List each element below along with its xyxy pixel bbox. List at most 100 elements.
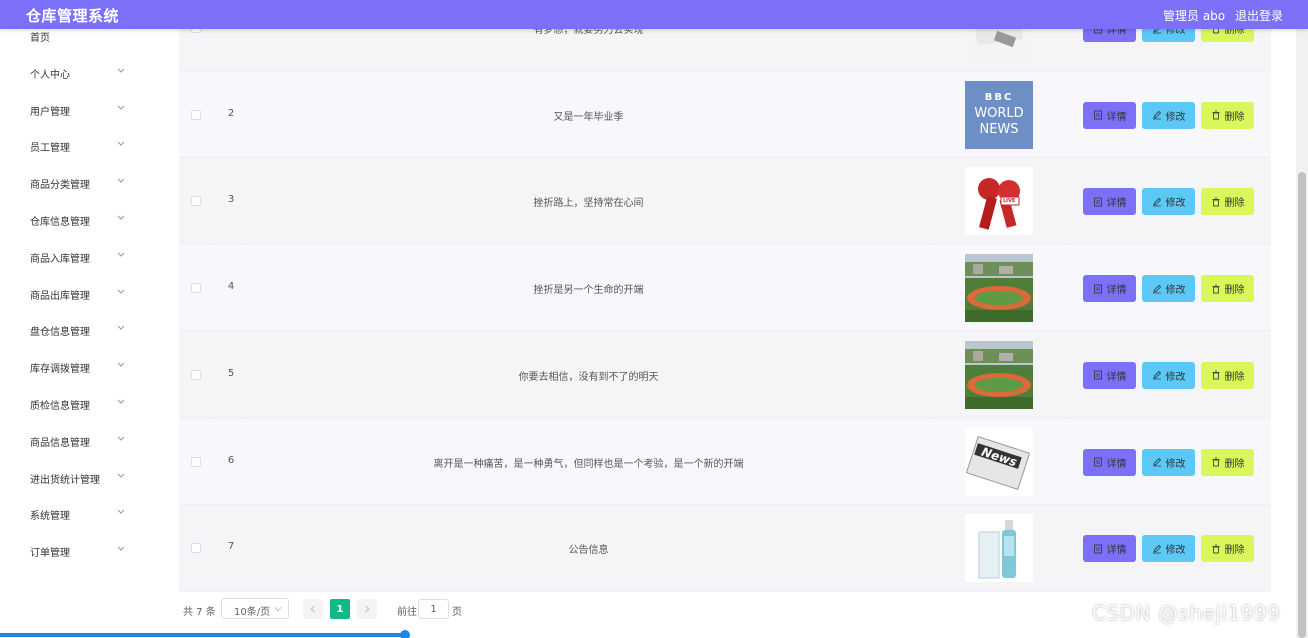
row-checkbox[interactable] — [191, 456, 201, 467]
sidebar-item[interactable]: 用户管理 — [0, 91, 168, 128]
edit-button[interactable]: 修改 — [1142, 188, 1195, 216]
detail-button[interactable]: 详情 — [1083, 101, 1136, 129]
row-title: 挫折是另一个生命的开端 — [533, 285, 644, 297]
page-unit-label: 页 — [452, 607, 462, 618]
sidebar-item-label: 首页 — [30, 33, 50, 44]
edit-button[interactable]: 修改 — [1142, 535, 1195, 563]
data-table: 1有梦想，就要努力去实现详情修改删除2又是一年毕业季BBCWORLDNEWS详情… — [179, 0, 1271, 592]
edit-icon — [1152, 544, 1161, 554]
sidebar-item[interactable]: 员工管理 — [0, 127, 168, 164]
sidebar-item-label: 个人中心 — [30, 69, 70, 81]
detail-button[interactable]: 详情 — [1083, 448, 1136, 476]
chevron-left-icon — [310, 605, 315, 613]
chevron-down-icon — [117, 436, 125, 441]
row-checkbox[interactable] — [191, 369, 201, 380]
page-size-select[interactable]: 10条/页 — [221, 598, 289, 619]
row-checkbox[interactable] — [191, 543, 201, 554]
sidebar-item-label: 员工管理 — [30, 143, 70, 155]
news-logo-text: NEWS — [979, 121, 1019, 137]
logout-button[interactable]: 退出登录 — [1235, 7, 1283, 24]
delete-button[interactable]: 删除 — [1201, 535, 1254, 563]
goto-page-input[interactable] — [418, 599, 449, 619]
chevron-down-icon — [117, 105, 125, 110]
trash-icon — [1212, 457, 1219, 467]
cosmetics-bottle-photo — [965, 514, 1033, 583]
sidebar-item[interactable]: 商品分类管理 — [0, 164, 168, 201]
edit-button-label: 修改 — [1165, 198, 1186, 210]
detail-button[interactable]: 详情 — [1083, 275, 1136, 303]
row-checkbox[interactable] — [191, 109, 201, 120]
chevron-down-icon — [117, 510, 125, 515]
edit-button[interactable]: 修改 — [1142, 361, 1195, 389]
delete-button-label: 删除 — [1224, 458, 1245, 470]
row-index: 3 — [227, 194, 235, 206]
delete-button[interactable]: 删除 — [1201, 448, 1254, 476]
page-number-1[interactable]: 1 — [330, 599, 350, 619]
chevron-down-icon — [117, 289, 125, 294]
scrollbar-thumb[interactable] — [1298, 172, 1306, 638]
sidebar-item[interactable]: 商品信息管理 — [0, 422, 168, 459]
row-title: 离开是一种痛苦，是一种勇气，但同样也是一个考验，是一个新的开端 — [433, 458, 744, 470]
edit-icon — [1152, 284, 1161, 293]
row-checkbox[interactable] — [191, 283, 201, 294]
edit-button-label: 修改 — [1165, 545, 1186, 557]
sidebar-item-label: 商品信息管理 — [30, 437, 90, 449]
chevron-down-icon — [117, 252, 125, 257]
detail-button-label: 详情 — [1106, 111, 1127, 123]
sidebar-item-label: 质检信息管理 — [30, 401, 90, 412]
delete-button[interactable]: 删除 — [1201, 361, 1254, 389]
sidebar-item[interactable]: 进出货统计管理 — [0, 459, 168, 496]
delete-button[interactable]: 删除 — [1201, 188, 1254, 216]
goto-label: 前往 — [397, 607, 417, 618]
table-row: 7 公告信息 详情 修改 删除 — [179, 505, 1271, 592]
document-icon — [1093, 457, 1102, 467]
sidebar-item-label: 盘仓信息管理 — [30, 327, 90, 339]
chevron-down-icon — [117, 326, 125, 331]
sidebar-item[interactable]: 系统管理 — [0, 495, 168, 532]
table-row: 2 又是一年毕业季 BBC WORLD NEWS 详情 修改 删除 — [179, 71, 1271, 158]
chevron-down-icon — [117, 473, 125, 478]
page-scrollbar[interactable] — [1296, 29, 1308, 638]
sidebar-item[interactable]: 质检信息管理 — [0, 385, 168, 422]
live-logo-text: LIVE — [1003, 198, 1016, 205]
sidebar-item[interactable]: 仓库信息管理 — [0, 201, 168, 238]
video-progress-bar[interactable] — [0, 630, 411, 638]
detail-button[interactable]: 详情 — [1083, 361, 1136, 389]
sports-field-photo — [965, 340, 1033, 409]
chevron-right-icon — [365, 605, 370, 613]
sidebar-item[interactable]: 个人中心 — [0, 54, 168, 91]
table-row: 6 离开是一种痛苦，是一种勇气，但同样也是一个考验，是一个新的开端 News 详情 修改… — [179, 418, 1271, 505]
edit-button[interactable]: 修改 — [1142, 448, 1195, 476]
detail-button[interactable]: 详情 — [1083, 188, 1136, 216]
row-title: 又是一年毕业季 — [553, 111, 624, 123]
total-count: 共 7 条 — [183, 607, 216, 618]
prev-page-button[interactable] — [303, 599, 323, 619]
detail-button[interactable]: 详情 — [1083, 535, 1136, 563]
trash-icon — [1212, 197, 1219, 207]
sidebar-item-label: 库存调拨管理 — [30, 364, 90, 376]
edit-button-label: 修改 — [1165, 111, 1186, 123]
progress-knob[interactable] — [400, 630, 411, 638]
sidebar-item[interactable]: 订单管理 — [0, 532, 168, 569]
sidebar-item[interactable]: 库存调拨管理 — [0, 348, 168, 385]
delete-button-label: 删除 — [1224, 371, 1245, 383]
sidebar-item[interactable]: 盘仓信息管理 — [0, 311, 168, 348]
row-checkbox[interactable] — [191, 196, 201, 207]
sidebar-item-label: 商品出库管理 — [30, 290, 90, 302]
sidebar-item-label: 系统管理 — [30, 511, 70, 523]
delete-button[interactable]: 删除 — [1201, 275, 1254, 303]
edit-button[interactable]: 修改 — [1142, 101, 1195, 129]
next-page-button[interactable] — [357, 599, 377, 619]
bbc-world-news-logo: BBC WORLD NEWS — [965, 80, 1033, 149]
sidebar-item-label: 进出货统计管理 — [30, 474, 100, 486]
sidebar-item[interactable]: 商品入库管理 — [0, 238, 168, 275]
trash-icon — [1212, 370, 1219, 380]
edit-button[interactable]: 修改 — [1142, 275, 1195, 303]
pagination: 共 7 条 10条/页 1 前往 页 — [179, 598, 779, 622]
app-title: 仓库管理系统 — [26, 7, 120, 25]
sidebar-item[interactable]: 商品出库管理 — [0, 275, 168, 312]
current-user: 管理员 abo — [1163, 9, 1226, 23]
delete-button[interactable]: 删除 — [1201, 101, 1254, 129]
sidebar-item-label: 仓库信息管理 — [30, 217, 90, 228]
detail-button-label: 详情 — [1106, 371, 1127, 383]
